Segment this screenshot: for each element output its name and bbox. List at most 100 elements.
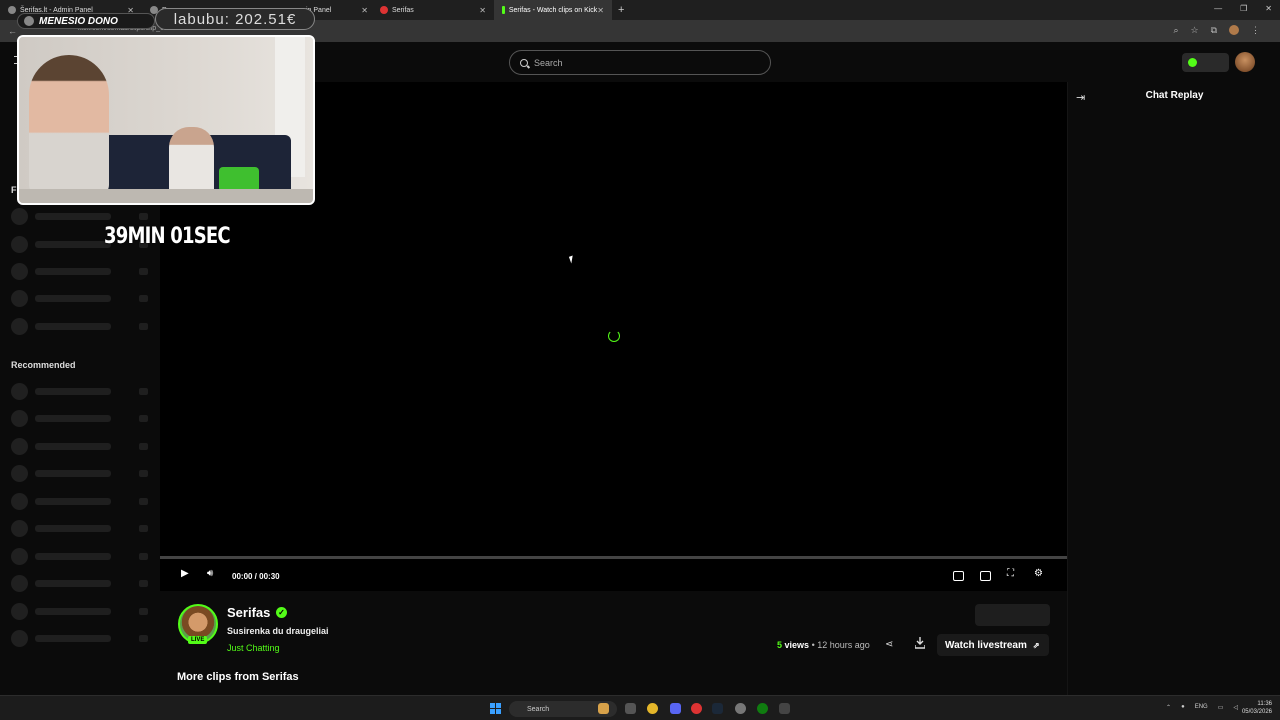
views-count: 5 [777,640,783,650]
theater-mode-icon[interactable] [980,571,991,581]
system-tray: ⌃ ● ENG ▭ ◁ [1166,704,1238,711]
sidebar-skeleton-item [11,548,156,565]
favicon-icon [8,6,16,14]
sidebar-skeleton-item [11,383,156,400]
views-label: views [784,640,810,650]
sidebar-skeleton-item [11,263,156,280]
kick-coin-icon [1188,58,1197,67]
browser-tab[interactable]: Serifas ✕ [372,0,494,20]
maximize-icon[interactable]: ❐ [1240,4,1247,13]
kick-coins-button[interactable] [1182,53,1229,72]
window-controls: — ❐ ✕ [1214,4,1272,13]
follow-button-skeleton [975,604,1050,626]
extensions-icon[interactable]: ⧉ [1211,25,1217,36]
file-explorer-icon[interactable] [598,703,609,714]
bookmark-star-icon[interactable]: ☆ [1190,25,1198,36]
sidebar-skeleton-item [11,493,156,510]
clock-time: 11:36 [1257,701,1272,707]
chat-replay-panel: ⇥ Chat Replay [1067,82,1280,695]
app-icon[interactable] [779,703,790,714]
settings-icon[interactable] [735,703,746,714]
close-window-icon[interactable]: ✕ [1265,4,1272,13]
top-donor-banner: MENESIO DONO [17,13,155,29]
live-badge: LIVE [188,636,208,644]
chat-replay-title: Chat Replay [1145,90,1204,101]
clip-info: LIVE Serifas ✓ Susirenka du draugeliai J… [160,591,1067,695]
windows-start-icon[interactable] [490,703,501,714]
mic-icon[interactable]: ● [1181,704,1185,711]
user-avatar[interactable] [1235,52,1255,72]
chrome-icon[interactable] [647,703,658,714]
share-icon[interactable]: ⋖ [885,639,893,650]
channel-name[interactable]: Serifas [227,605,270,620]
tray-chevron-icon[interactable]: ⌃ [1166,704,1171,711]
loading-spinner-icon [608,330,620,342]
browser-tab-active[interactable]: Serifas - Watch clips on Kick ✕ [494,0,612,20]
miniplayer-icon[interactable] [953,571,964,581]
sidebar-skeleton-item [11,318,156,335]
download-icon[interactable] [915,637,925,649]
more-clips-heading: More clips from Serifas [177,671,299,683]
tab-label: Serifas - Watch clips on Kick [508,6,598,14]
speaker-icon[interactable]: ◁ [1233,704,1238,711]
dono-label: MENESIO DONO [39,15,118,27]
profile-avatar-icon[interactable] [1229,25,1239,35]
taskbar-search-label: Search [527,705,550,713]
search-input[interactable]: Search [509,50,771,75]
category-link[interactable]: Just Chatting [227,643,280,653]
favicon-icon [380,6,388,14]
watch-livestream-button[interactable]: Watch livestream ⇗ [937,634,1049,656]
tab-label: Serifas [392,6,414,14]
coin-icon [24,16,34,26]
browser-menu-icon[interactable]: ⋮ [1251,25,1260,36]
zoom-icon[interactable]: ⌕ [1173,25,1178,36]
close-tab-icon[interactable]: ✕ [361,6,368,15]
countdown-timer: 39MIN 01SEC [104,224,231,249]
external-link-icon: ⇗ [1032,640,1040,650]
close-tab-icon[interactable]: ✕ [597,6,604,15]
app-icon[interactable] [625,703,636,714]
sidebar-skeleton-item [11,630,156,647]
mouse-cursor-icon [568,255,576,264]
playback-time: 00:00 / 00:30 [232,572,280,581]
discord-icon[interactable] [670,703,681,714]
sidebar-skeleton-item [11,208,156,225]
verified-badge-icon: ✓ [276,607,287,618]
donation-goal-banner: labubu: 202.51€ [155,8,315,30]
volume-icon[interactable]: 🔊︎ [207,568,213,579]
sidebar-skeleton-item [11,520,156,537]
watch-livestream-label: Watch livestream [945,639,1027,651]
os-taskbar: Search ⌃ ● ENG ▭ ◁ 11:36 05/03/2026 [0,695,1280,720]
following-label: F [11,185,17,195]
sidebar-skeleton-item [11,438,156,455]
monitor-icon[interactable]: ▭ [1218,704,1224,711]
steam-icon[interactable] [712,703,723,714]
sidebar-skeleton-item [11,410,156,427]
clip-age: 12 hours ago [817,640,870,650]
play-icon[interactable]: ▶ [181,568,189,579]
sidebar-skeleton-item [11,465,156,482]
clock-date: 05/03/2026 [1241,709,1272,715]
sidebar-skeleton-item [11,575,156,592]
views-and-age: 5 views • 12 hours ago [777,640,870,650]
minimize-icon[interactable]: — [1214,4,1222,13]
settings-icon[interactable]: ⚙ [1034,568,1043,579]
kick-favicon-icon [502,6,505,14]
player-controls: ▶ 🔊︎ 00:00 / 00:30 ⛶ ⚙ [160,559,1067,591]
new-tab-button[interactable]: + [618,4,624,16]
app-icon[interactable] [691,703,702,714]
language-indicator[interactable]: ENG [1195,704,1208,711]
sidebar-skeleton-item [11,290,156,307]
search-placeholder: Search [534,57,563,68]
webcam-overlay [17,35,315,205]
sidebar-skeleton-item [11,603,156,620]
close-tab-icon[interactable]: ✕ [479,6,486,15]
clip-title: Susirenka du draugeliai [227,626,329,636]
address-bar-actions: ⌕ ☆ ⧉ ⋮ [1173,25,1260,36]
taskbar-clock[interactable]: 11:36 05/03/2026 [1242,700,1272,716]
recommended-label: Recommended [11,360,76,370]
fullscreen-icon[interactable]: ⛶ [1007,568,1014,579]
back-icon[interactable]: ← [8,26,17,36]
search-icon [520,58,528,67]
xbox-icon[interactable] [757,703,768,714]
